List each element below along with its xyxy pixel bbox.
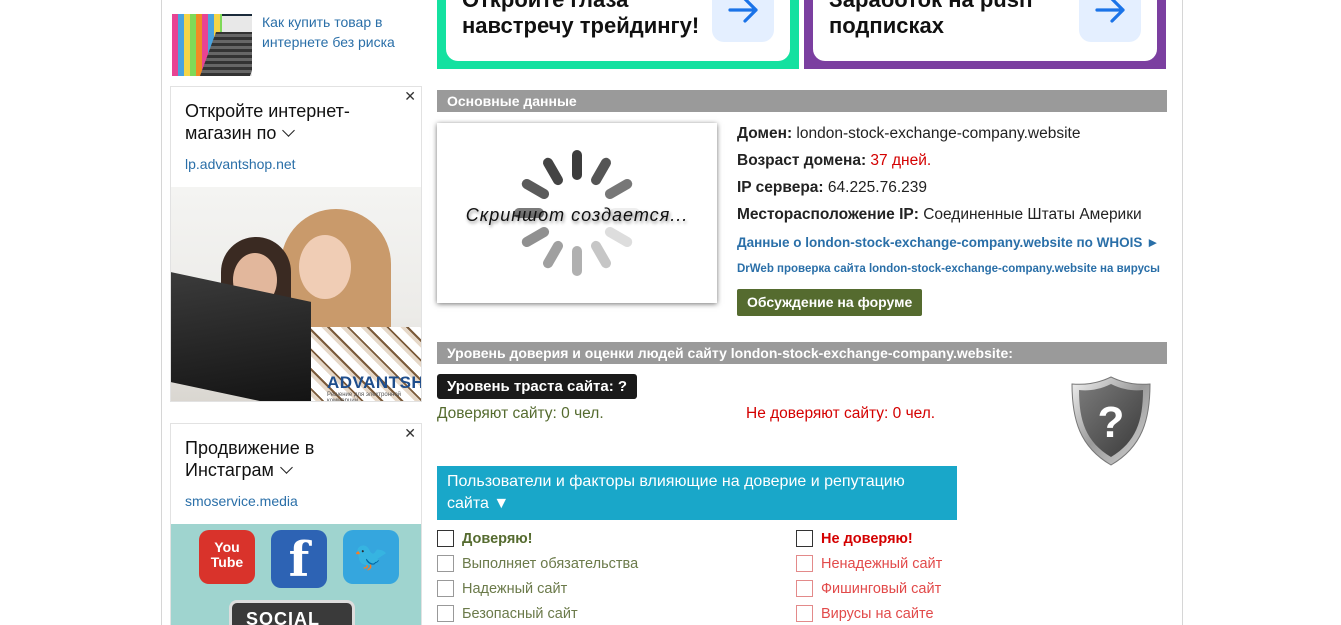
youtube-icon: You Tube bbox=[199, 530, 255, 584]
arrow-right-icon[interactable] bbox=[1079, 0, 1141, 42]
checkbox-box[interactable] bbox=[796, 605, 813, 622]
checkbox-box[interactable] bbox=[437, 530, 454, 547]
ad-link[interactable]: lp.advantshop.net bbox=[185, 156, 296, 172]
drweb-link[interactable]: DrWeb проверка сайта london-stock-exchan… bbox=[737, 263, 1173, 275]
checkbox-box[interactable] bbox=[437, 605, 454, 622]
promo-text: Заработок на pushподписках bbox=[829, 0, 1032, 38]
section-title-trust: Уровень доверия и оценки людей сайту lon… bbox=[437, 342, 1167, 364]
domain-age-info: Возраст домена: 37 дней. bbox=[737, 152, 932, 169]
checkbox-box[interactable] bbox=[796, 555, 813, 572]
facebook-icon: f bbox=[271, 530, 327, 588]
section-title-main-data: Основные данные bbox=[437, 90, 1167, 112]
svg-text:?: ? bbox=[1098, 398, 1125, 447]
ad-title[interactable]: Откройте интернет-магазин по bbox=[185, 100, 385, 144]
trust-level-badge: Уровень траста сайта: ? bbox=[437, 374, 638, 399]
ad-brand-tagline: Решение для электронной коммерции bbox=[327, 392, 402, 402]
checkbox-fulfills-obligations[interactable]: Выполняет обязательства bbox=[437, 555, 638, 572]
ad-close-icon[interactable]: ✕ bbox=[404, 88, 416, 104]
checkbox-box[interactable] bbox=[796, 580, 813, 597]
chevron-down-icon[interactable] bbox=[282, 124, 296, 137]
ip-location-info: Месторасположение IP: Соединенные Штаты … bbox=[737, 206, 1142, 223]
chevron-down-icon[interactable] bbox=[280, 461, 293, 474]
checkbox-trust[interactable]: Доверяю! bbox=[437, 530, 533, 547]
checkbox-unreliable-site[interactable]: Ненадежный сайт bbox=[796, 555, 942, 572]
checkbox-viruses-on-site[interactable]: Вирусы на сайте bbox=[796, 605, 934, 622]
ad-smoservice[interactable]: ✕ Продвижение в Инстаграм smoservice.med… bbox=[170, 423, 422, 625]
ad-brand-logo: ADVANTSHOP bbox=[327, 373, 421, 392]
twitter-icon: 🐦 bbox=[343, 530, 399, 584]
distrust-count: Не доверяют сайту: 0 чел. bbox=[746, 405, 936, 422]
site-screenshot: Скриншот создается... bbox=[437, 123, 717, 303]
ad-advantshop[interactable]: ✕ Откройте интернет-магазин по lp.advant… bbox=[170, 86, 422, 402]
server-ip-info: IP сервера: 64.225.76.239 bbox=[737, 179, 928, 196]
promo-push[interactable]: Заработок на pushподписках bbox=[804, 0, 1166, 69]
article-thumbnail[interactable] bbox=[172, 14, 252, 76]
ad-title[interactable]: Продвижение в Инстаграм bbox=[185, 437, 385, 481]
social-sign: SOCIAL bbox=[229, 600, 355, 625]
checkbox-safe-site[interactable]: Безопасный сайт bbox=[437, 605, 578, 622]
arrow-right-icon[interactable] bbox=[712, 0, 774, 42]
article-link[interactable]: Как купить товар в интернете без риска bbox=[262, 12, 422, 52]
checkbox-box[interactable] bbox=[796, 530, 813, 547]
domain-info: Домен: london-stock-exchange-company.web… bbox=[737, 125, 1081, 142]
checkbox-phishing-site[interactable]: Фишинговый сайт bbox=[796, 580, 941, 597]
checkbox-box[interactable] bbox=[437, 580, 454, 597]
checkbox-distrust[interactable]: Не доверяю! bbox=[796, 530, 913, 547]
promo-trading[interactable]: Откройте глазанавстречу трейдингу! bbox=[437, 0, 799, 69]
checkbox-reliable-site[interactable]: Надежный сайт bbox=[437, 580, 567, 597]
ad-close-icon[interactable]: ✕ bbox=[404, 425, 416, 441]
trust-factors-toggle[interactable]: Пользователи и факторы влияющие на довер… bbox=[437, 466, 957, 520]
checkbox-box[interactable] bbox=[437, 555, 454, 572]
whois-link[interactable]: Данные о london-stock-exchange-company.w… bbox=[737, 235, 1160, 250]
forum-discussion-button[interactable]: Обсуждение на форуме bbox=[737, 289, 923, 316]
ad-link[interactable]: smoservice.media bbox=[185, 493, 298, 509]
screenshot-status-text: Скриншот создается... bbox=[465, 205, 689, 225]
ad-image[interactable]: You Tube f 🐦 SOCIAL bbox=[171, 524, 421, 625]
shield-question-icon: ? bbox=[1071, 376, 1151, 466]
trust-count: Доверяют сайту: 0 чел. bbox=[437, 405, 604, 422]
top-article[interactable]: Как купить товар в интернете без риска bbox=[172, 0, 422, 78]
ad-image[interactable]: ADVANTSHOP Решение для электронной комме… bbox=[171, 187, 421, 402]
promo-text: Откройте глазанавстречу трейдингу! bbox=[462, 0, 700, 38]
